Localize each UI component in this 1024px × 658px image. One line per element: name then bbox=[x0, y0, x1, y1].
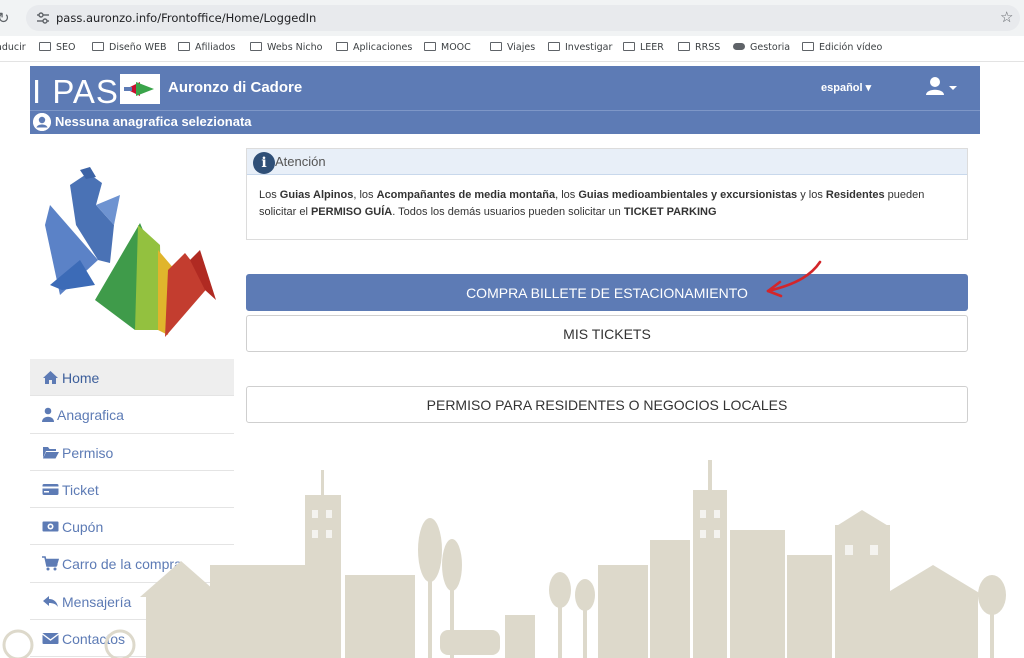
url-text: pass.auronzo.info/Frontoffice/Home/Logge… bbox=[56, 11, 317, 25]
folder-icon bbox=[548, 42, 560, 51]
attention-alert: i Atención Los Guias Alpinos, los Acompa… bbox=[246, 148, 968, 240]
site-settings-icon[interactable] bbox=[36, 11, 50, 25]
language-selector[interactable]: español ▾ bbox=[821, 81, 871, 94]
info-icon: i bbox=[253, 152, 275, 174]
folder-icon bbox=[39, 42, 51, 51]
folder-icon bbox=[178, 42, 190, 51]
user-icon bbox=[926, 77, 957, 95]
folder-icon bbox=[802, 42, 814, 51]
ipass-logo[interactable]: I PASS bbox=[30, 70, 160, 110]
cloud-icon bbox=[733, 43, 745, 50]
red-arrow-annotation-icon bbox=[766, 260, 822, 298]
bookmark-item[interactable]: aducir bbox=[0, 42, 26, 53]
my-tickets-button[interactable]: MIS TICKETS bbox=[246, 315, 968, 352]
sidebar-item-home[interactable]: Home bbox=[30, 359, 234, 397]
sidebar-item-label: Home bbox=[62, 370, 100, 386]
folder-icon bbox=[490, 42, 502, 51]
folder-icon bbox=[678, 42, 690, 51]
bookmark-gestoria[interactable]: Gestoria bbox=[733, 42, 790, 53]
attention-title: Atención bbox=[275, 154, 326, 169]
bookmark-investigar[interactable]: Investigar bbox=[548, 42, 612, 53]
bookmark-seo[interactable]: SEO bbox=[39, 42, 76, 53]
user-menu[interactable] bbox=[925, 75, 959, 99]
home-icon bbox=[43, 371, 58, 384]
bookmark-star-icon[interactable]: ☆ bbox=[1000, 8, 1013, 26]
profile-status-bar: Nessuna anagrafica selezionata bbox=[30, 110, 980, 134]
folder-icon bbox=[623, 42, 635, 51]
bookmark-afiliados[interactable]: Afiliados bbox=[178, 42, 235, 53]
bookmarks-bar: aducir SEO Diseño WEB Afiliados Webs Nic… bbox=[0, 36, 1024, 62]
user-circle-icon bbox=[33, 113, 51, 131]
folder-icon bbox=[250, 42, 262, 51]
play-arrow-logo-icon bbox=[120, 74, 160, 104]
sidebar-item-anagrafica[interactable]: Anagrafica bbox=[30, 396, 234, 434]
site-header: I PASS Auronzo di Cadore español ▾ bbox=[30, 66, 980, 110]
resident-permit-button[interactable]: PERMISO PARA RESIDENTES O NEGOCIOS LOCAL… bbox=[246, 386, 968, 423]
bookmark-viajes[interactable]: Viajes bbox=[490, 42, 535, 53]
folder-icon bbox=[92, 42, 104, 51]
bookmark-rrss[interactable]: RRSS bbox=[678, 42, 720, 53]
bookmark-mooc[interactable]: MOOC bbox=[424, 42, 471, 53]
bookmark-leer[interactable]: LEER bbox=[623, 42, 664, 53]
folder-icon bbox=[424, 42, 436, 51]
attention-message: Los Guias Alpinos, los Acompañantes de m… bbox=[259, 189, 925, 218]
buy-parking-ticket-button[interactable]: COMPRA BILLETE DE ESTACIONAMIENTO bbox=[246, 274, 968, 311]
city-skyline-illustration bbox=[2, 460, 1006, 658]
no-profile-text: Nessuna anagrafica selezionata bbox=[55, 114, 252, 129]
folder-icon bbox=[336, 42, 348, 51]
auronzo-rooster-logo bbox=[45, 167, 216, 337]
url-field[interactable]: pass.auronzo.info/Frontoffice/Home/Logge… bbox=[26, 5, 1020, 31]
bookmark-webs-nicho[interactable]: Webs Nicho bbox=[250, 42, 322, 53]
attention-header: i Atención bbox=[247, 149, 967, 175]
bookmark-diseno-web[interactable]: Diseño WEB bbox=[92, 42, 167, 53]
site-title: Auronzo di Cadore bbox=[168, 79, 303, 96]
browser-address-bar: ↻ pass.auronzo.info/Frontoffice/Home/Log… bbox=[0, 0, 1024, 36]
bookmark-aplicaciones[interactable]: Aplicaciones bbox=[336, 42, 412, 53]
bookmark-edicion-video[interactable]: Edición vídeo bbox=[802, 42, 882, 53]
reload-icon[interactable]: ↻ bbox=[0, 9, 10, 27]
sidebar-item-label: Anagrafica bbox=[57, 407, 124, 424]
